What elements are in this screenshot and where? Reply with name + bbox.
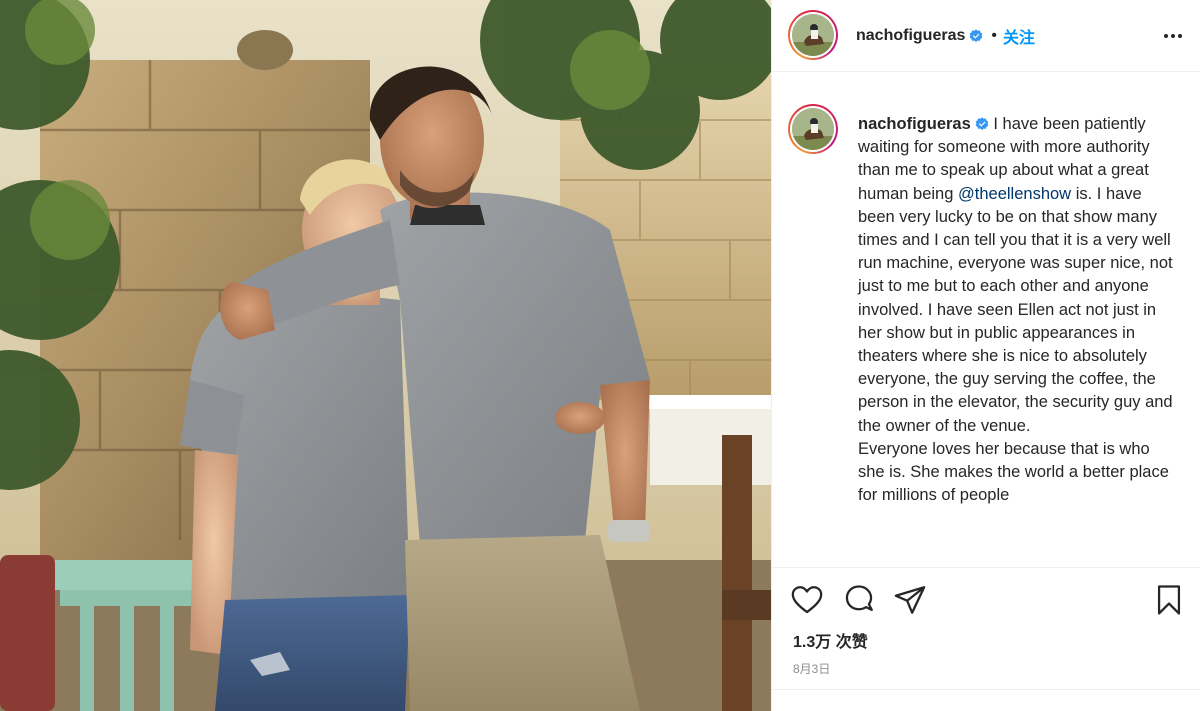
avatar-image-icon [792, 108, 834, 150]
verified-badge-icon [970, 29, 983, 42]
post-caption: nachofigueras I have been patiently wait… [858, 113, 1174, 507]
heart-icon[interactable] [790, 583, 824, 617]
avatar-image-icon [792, 14, 834, 56]
post-photo[interactable] [0, 0, 771, 711]
caption-username[interactable]: nachofigueras [858, 115, 971, 133]
caption-avatar[interactable] [788, 104, 838, 154]
paper-plane-icon[interactable] [893, 583, 927, 617]
header-avatar[interactable] [788, 10, 838, 60]
more-options-icon[interactable] [1161, 24, 1185, 48]
post-header: nachofigueras • 关注 [772, 0, 1200, 72]
bookmark-icon[interactable] [1152, 583, 1186, 617]
verified-badge-icon [975, 117, 989, 130]
post-date[interactable]: 8月3日 [793, 660, 830, 677]
header-username[interactable]: nachofigueras [856, 27, 965, 45]
action-bar: 1.3万 次赞 8月3日 [772, 567, 1200, 711]
separator-dot: • [991, 27, 997, 44]
photo-illustration [0, 0, 771, 711]
caption-area[interactable]: nachofigueras I have been patiently wait… [772, 82, 1200, 566]
like-count[interactable]: 1.3万 次赞 [793, 628, 868, 652]
post-sidebar: nachofigueras • 关注 nachofigueras I have … [771, 0, 1200, 711]
caption-mention-link[interactable]: @theellenshow [958, 185, 1071, 203]
divider [772, 689, 1200, 690]
caption-text-part2: is. I have been very lucky to be on that… [858, 184, 1173, 435]
caption-text-part3: Everyone loves her because that is who s… [858, 439, 1169, 505]
comment-bubble-icon[interactable] [842, 583, 876, 617]
follow-button[interactable]: 关注 [1003, 24, 1035, 48]
caption-fade [772, 562, 1200, 566]
